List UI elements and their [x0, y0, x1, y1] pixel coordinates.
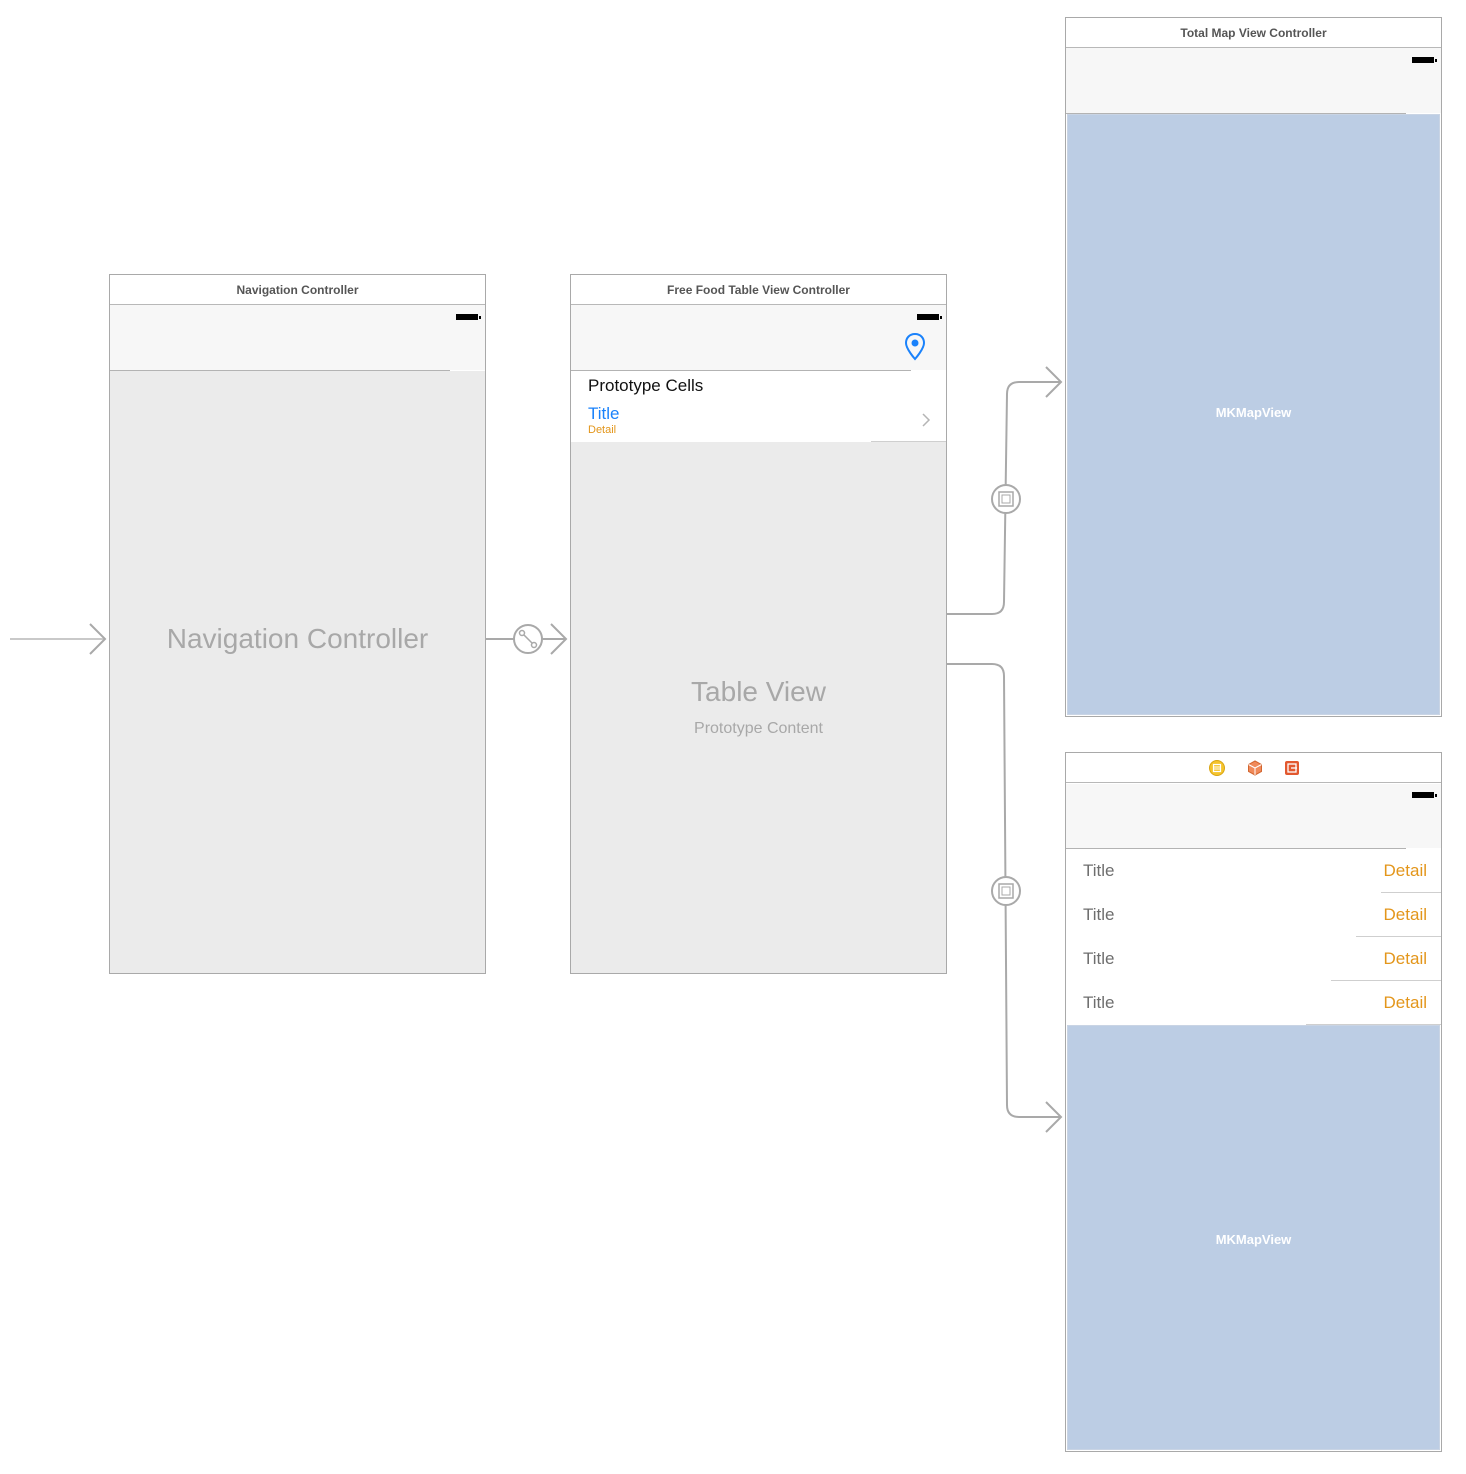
- battery-icon: [917, 314, 942, 320]
- show-segue-icon[interactable]: [991, 484, 1021, 514]
- cell-title[interactable]: Title: [588, 404, 620, 424]
- placeholder-subtitle: Prototype Content: [694, 720, 823, 737]
- navigation-controller-scene[interactable]: Navigation Controller Navigation Control…: [109, 274, 486, 974]
- navigation-bar[interactable]: [1066, 784, 1441, 848]
- row-separator: [1356, 936, 1441, 937]
- row-detail: Detail: [1383, 861, 1427, 880]
- row-title: Title: [1083, 949, 1115, 968]
- map-view-label: MKMapView: [1215, 405, 1292, 420]
- scene-title: Total Map View Controller: [1066, 18, 1441, 48]
- show-segue-detail[interactable]: [947, 663, 1063, 1133]
- scene-title: Navigation Controller: [110, 275, 485, 305]
- row-title: Title: [1083, 993, 1115, 1012]
- show-segue-icon[interactable]: [991, 876, 1021, 906]
- map-view[interactable]: MKMapView: [1067, 114, 1440, 715]
- navigation-bar[interactable]: [1066, 48, 1441, 113]
- map-view-label: MKMapView: [1215, 1232, 1292, 1247]
- row-separator: [1331, 980, 1441, 981]
- first-responder-icon[interactable]: [1247, 760, 1263, 776]
- total-map-view-controller-scene[interactable]: Total Map View Controller MKMapView: [1065, 17, 1442, 717]
- battery-icon: [456, 314, 481, 320]
- placeholder-title: Navigation Controller: [166, 623, 429, 654]
- detail-view-controller-scene[interactable]: Title Detail Title Detail Title Detail T…: [1065, 752, 1442, 1452]
- prototype-cells-header: Prototype Cells: [588, 376, 704, 395]
- exit-icon[interactable]: [1284, 760, 1300, 776]
- navigation-bar[interactable]: [571, 305, 946, 370]
- navigation-placeholder-area: [110, 371, 485, 973]
- battery-icon: [1412, 57, 1437, 63]
- chevron-right-icon: [922, 413, 931, 427]
- view-controller-icon[interactable]: [1209, 760, 1225, 776]
- cell-detail[interactable]: Detail: [588, 424, 616, 436]
- battery-icon: [1412, 792, 1437, 798]
- row-detail: Detail: [1383, 949, 1427, 968]
- show-segue-total-map[interactable]: [947, 366, 1063, 615]
- map-view[interactable]: MKMapView: [1067, 1025, 1440, 1450]
- row-detail: Detail: [1383, 905, 1427, 924]
- placeholder-title: Table View: [691, 676, 826, 707]
- navbar-separator: [1066, 848, 1406, 849]
- table-view-controller-scene[interactable]: Free Food Table View Controller Prototyp…: [570, 274, 947, 974]
- row-title: Title: [1083, 861, 1115, 880]
- scene-title: Free Food Table View Controller: [571, 275, 946, 305]
- row-detail: Detail: [1383, 993, 1427, 1012]
- row-separator: [1381, 892, 1441, 893]
- root-relationship-segue[interactable]: [486, 623, 568, 655]
- row-title: Title: [1083, 905, 1115, 924]
- location-pin-icon[interactable]: [904, 332, 926, 362]
- navigation-bar[interactable]: [110, 305, 485, 370]
